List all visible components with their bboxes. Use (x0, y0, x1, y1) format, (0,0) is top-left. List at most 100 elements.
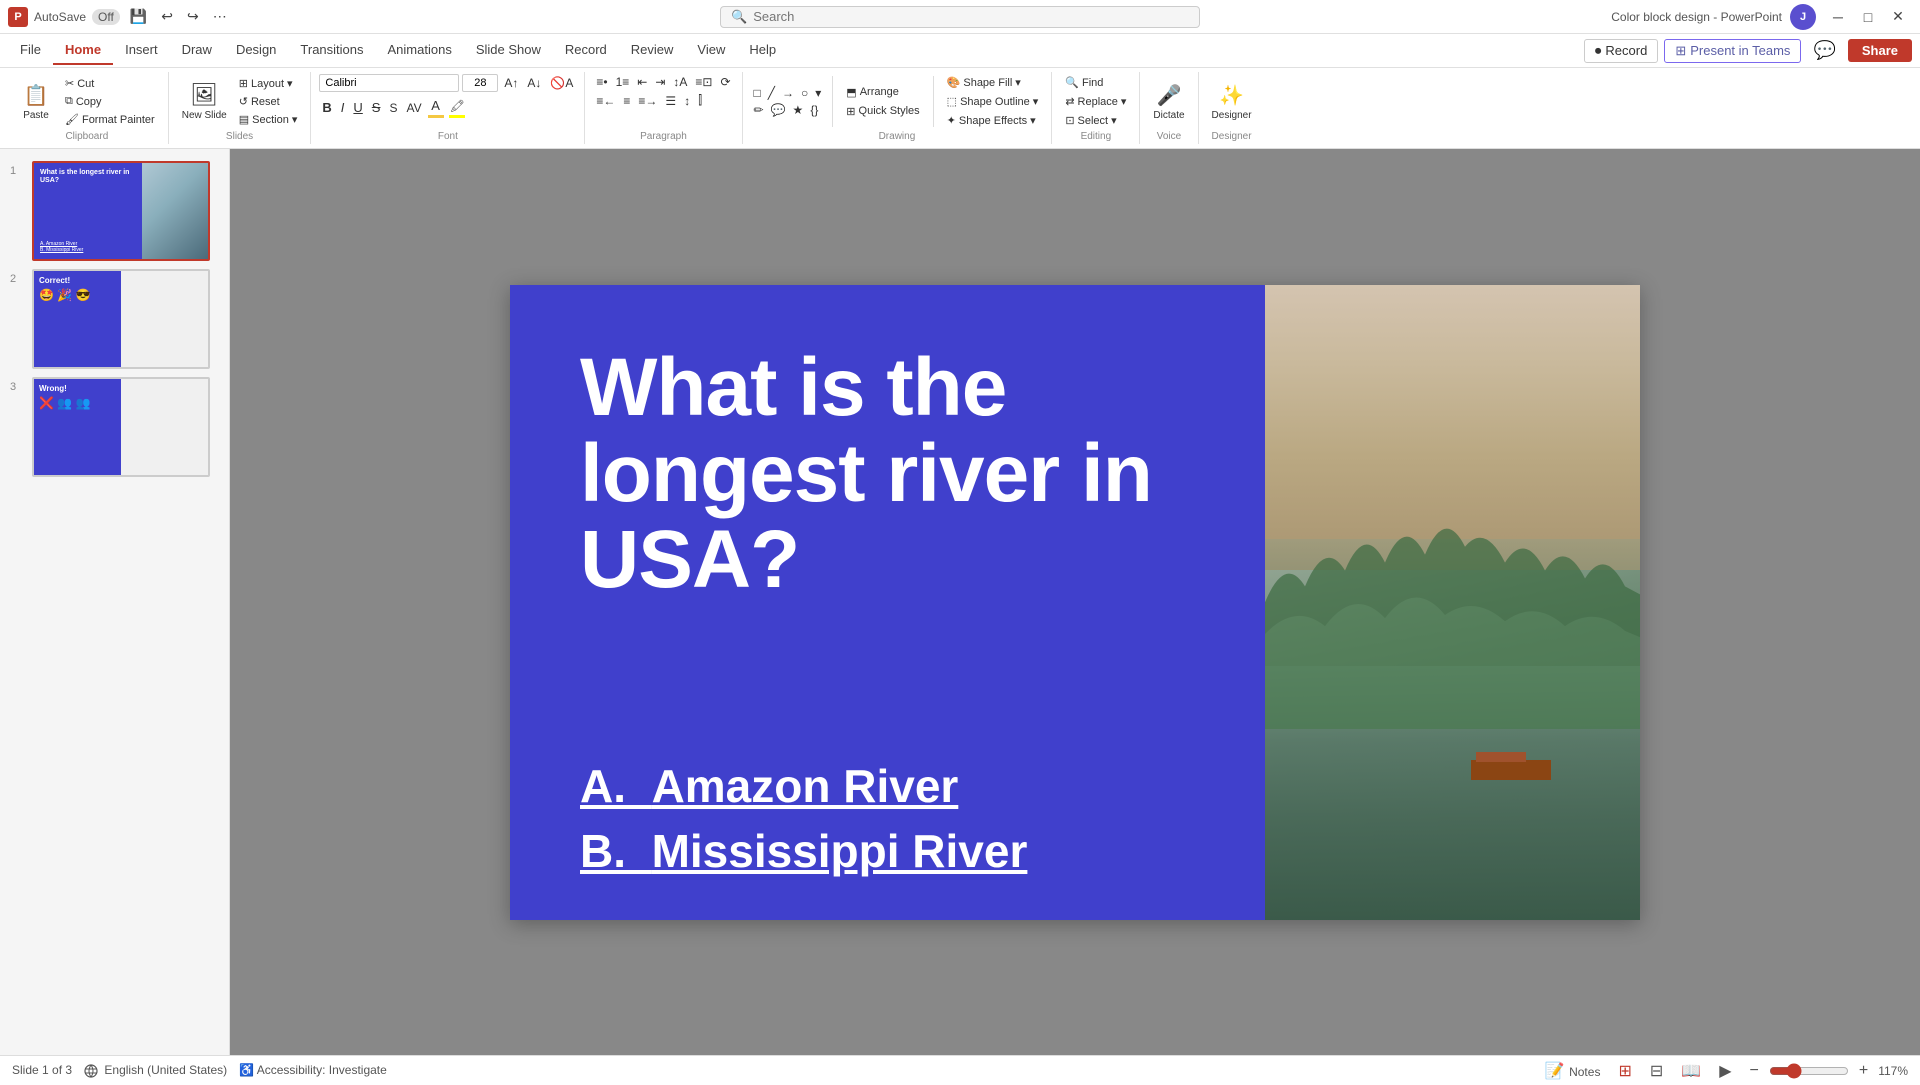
oval-shape[interactable]: ○ (798, 85, 811, 101)
font-name-input[interactable] (319, 74, 459, 92)
share-button[interactable]: Share (1848, 39, 1912, 62)
quick-styles-button[interactable]: ⊞ Quick Styles (841, 103, 924, 120)
designer-button[interactable]: ✨ Designer (1207, 80, 1257, 124)
notes-button[interactable]: 📝 Notes (1541, 1059, 1605, 1083)
search-bar[interactable]: 🔍 (720, 6, 1200, 28)
shape-effects-label: Shape Effects (959, 115, 1027, 127)
decrease-indent-button[interactable]: ⇤ (634, 74, 650, 90)
shape-fill-button[interactable]: 🎨 Shape Fill ▾ (942, 74, 1044, 91)
bullets-button[interactable]: ≡• (593, 74, 610, 90)
comment-button[interactable]: 💬 (1807, 38, 1841, 63)
minimize-button[interactable]: ─ (1824, 6, 1852, 28)
record-button[interactable]: ⏺ Record (1584, 39, 1658, 63)
equation-shape[interactable]: {} (807, 102, 821, 118)
zoom-out-button[interactable]: − (1746, 1060, 1763, 1082)
tab-design[interactable]: Design (224, 36, 288, 65)
tab-animations[interactable]: Animations (376, 36, 464, 65)
dictate-button[interactable]: 🎤 Dictate (1148, 80, 1189, 124)
section-label: Section (252, 114, 289, 126)
numbered-list-button[interactable]: 1≡ (613, 74, 633, 90)
star-shape[interactable]: ★ (790, 102, 807, 118)
shape-outline-button[interactable]: ⬚ Shape Outline ▾ (942, 93, 1044, 110)
tab-view[interactable]: View (685, 36, 737, 65)
section-button[interactable]: ▤ Section ▾ (234, 111, 303, 128)
tab-record[interactable]: Record (553, 36, 619, 65)
autosave-toggle[interactable]: Off (92, 9, 120, 25)
italic-button[interactable]: I (338, 99, 348, 116)
maximize-button[interactable]: □ (1854, 6, 1882, 28)
slide-1-left: What is the longest river in USA? A. Ama… (34, 163, 142, 259)
shape-effects-button[interactable]: ✦ Shape Effects ▾ (942, 112, 1044, 129)
copy-button[interactable]: ⧉ Copy (60, 93, 160, 110)
undo-button[interactable]: ↩ (157, 6, 177, 27)
align-right-button[interactable]: ≡→ (635, 92, 660, 109)
tab-review[interactable]: Review (619, 36, 686, 65)
slide-sorter-button[interactable]: ⊟ (1646, 1059, 1667, 1083)
shrink-font-button[interactable]: A↓ (524, 75, 544, 91)
close-button[interactable]: ✕ (1884, 6, 1912, 28)
slides-group-label: Slides (226, 129, 253, 142)
line-spacing-button[interactable]: ↕ (681, 92, 693, 109)
customize-button[interactable]: ⋯ (209, 6, 231, 27)
line-shape[interactable]: ╱ (765, 85, 778, 101)
accessibility-icon (84, 1064, 98, 1078)
highlight-button[interactable]: 🖍 (447, 98, 468, 114)
reading-view-button[interactable]: 📖 (1677, 1059, 1705, 1083)
redo-button[interactable]: ↪ (183, 6, 203, 27)
more-shapes[interactable]: ▾ (812, 85, 824, 101)
cut-button[interactable]: ✂ Cut (60, 75, 160, 92)
callout-shape[interactable]: 💬 (768, 102, 789, 118)
slide-number-3: 3 (10, 377, 24, 393)
slide-thumb-2[interactable]: 2 Correct! 🤩 🎉 😎 (0, 265, 229, 373)
save-button[interactable]: 💾 (126, 6, 151, 27)
accessibility-label: Accessibility: Investigate (257, 1063, 387, 1077)
tab-help[interactable]: Help (737, 36, 788, 65)
clear-format-button[interactable]: 🚫A (547, 75, 576, 91)
bold-button[interactable]: B (319, 99, 334, 116)
tab-slideshow[interactable]: Slide Show (464, 36, 553, 65)
zoom-slider[interactable] (1769, 1063, 1849, 1079)
arrange-button[interactable]: ⬒ Arrange (841, 84, 924, 101)
select-button[interactable]: ⊡ Select ▾ (1060, 112, 1131, 129)
tab-home[interactable]: Home (53, 36, 113, 65)
replace-button[interactable]: ⇄ Replace ▾ (1060, 93, 1131, 110)
text-direction-button[interactable]: ↕A (670, 74, 690, 90)
freeform-shape[interactable]: ✏ (751, 102, 767, 118)
zoom-in-button[interactable]: + (1855, 1060, 1872, 1082)
find-button[interactable]: 🔍 Find (1060, 74, 1131, 91)
search-input[interactable] (753, 9, 1189, 24)
align-left-button[interactable]: ≡← (593, 92, 618, 109)
slide-canvas[interactable]: What is the longest river in USA? A. Ama… (510, 285, 1640, 920)
slide-thumb-1[interactable]: 1 What is the longest river in USA? A. A… (0, 157, 229, 265)
rectangle-shape[interactable]: □ (751, 85, 764, 101)
reset-button[interactable]: ↺ Reset (234, 93, 303, 110)
convert-smartart-button[interactable]: ⟳ (717, 74, 733, 90)
slideshow-button[interactable]: ▶ (1715, 1059, 1735, 1083)
tab-file[interactable]: File (8, 36, 53, 65)
columns-button[interactable]: ⫿ (695, 92, 705, 109)
underline-button[interactable]: U (350, 99, 365, 116)
accessibility-status[interactable]: ♿ Accessibility: Investigate (239, 1063, 387, 1077)
strikethrough-button[interactable]: S (369, 99, 384, 116)
normal-view-button[interactable]: ⊞ (1614, 1059, 1635, 1083)
align-text-button[interactable]: ≡⊡ (692, 74, 715, 90)
shadow-button[interactable]: S (386, 100, 400, 116)
tab-insert[interactable]: Insert (113, 36, 170, 65)
tab-transitions[interactable]: Transitions (288, 36, 375, 65)
new-slide-button[interactable]: 🖼 New Slide (177, 79, 232, 124)
tab-draw[interactable]: Draw (170, 36, 224, 65)
increase-indent-button[interactable]: ⇥ (652, 74, 668, 90)
zoom-area: − + 117% (1746, 1060, 1909, 1082)
font-color-button[interactable]: A (428, 97, 443, 114)
char-spacing-button[interactable]: AV (403, 100, 424, 116)
arrow-shape[interactable]: → (779, 85, 797, 101)
font-size-input[interactable] (462, 74, 498, 92)
paste-button[interactable]: 📋 Paste (14, 80, 58, 124)
format-painter-button[interactable]: 🖌 Format Painter (60, 111, 160, 128)
layout-button[interactable]: ⊞ Layout ▾ (234, 75, 303, 92)
present-teams-button[interactable]: ⊞ Present in Teams (1664, 39, 1801, 63)
justify-button[interactable]: ☰ (662, 92, 679, 109)
slide-thumb-3[interactable]: 3 Wrong! ❌ 👥 👥 (0, 373, 229, 481)
grow-font-button[interactable]: A↑ (501, 75, 521, 91)
align-center-button[interactable]: ≡ (620, 92, 633, 109)
